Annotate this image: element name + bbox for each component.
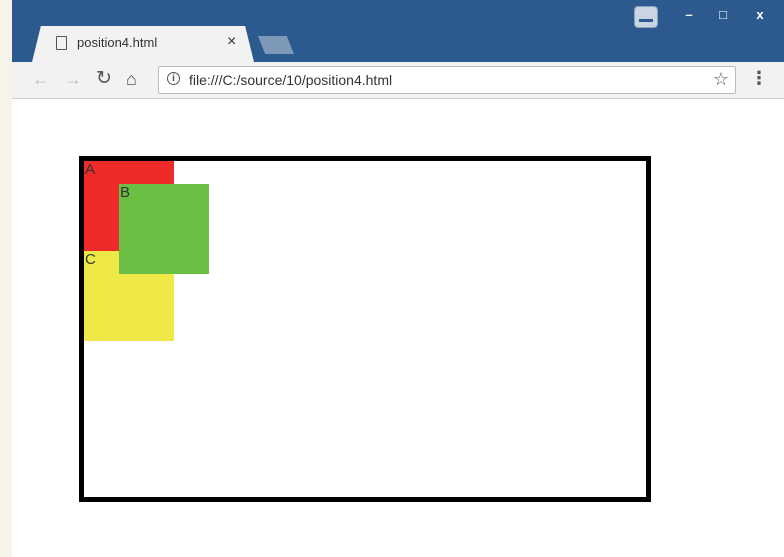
title-bar: – □ x position4.html × (12, 0, 784, 62)
maximize-button[interactable]: □ (706, 3, 740, 27)
box-b: B (119, 184, 209, 274)
url-text[interactable]: file:///C:/source/10/position4.html (189, 72, 392, 88)
minimize-button[interactable]: – (672, 3, 706, 27)
window-controls: – □ x (672, 3, 780, 27)
page-icon (56, 36, 67, 50)
browser-tab[interactable]: position4.html × (32, 26, 254, 62)
window-icon[interactable] (634, 6, 658, 28)
tab-title: position4.html (77, 35, 158, 50)
page-viewport: A C B (12, 99, 784, 557)
new-tab-button[interactable] (258, 36, 294, 54)
browser-toolbar: ← → ↻ ⌂ i file:///C:/source/10/position4… (12, 62, 784, 99)
box-c-label: C (85, 251, 96, 268)
box-a-label: A (85, 161, 96, 178)
info-icon[interactable]: i (167, 72, 180, 85)
home-icon[interactable]: ⌂ (126, 68, 137, 90)
address-bar[interactable]: i file:///C:/source/10/position4.html ☆ (158, 66, 736, 94)
close-window-button[interactable]: x (740, 3, 780, 27)
back-arrow-icon[interactable]: ← (32, 68, 50, 90)
container-box: A C B (79, 156, 651, 502)
box-b-label: B (120, 184, 131, 201)
forward-arrow-icon[interactable]: → (64, 68, 82, 90)
menu-icon[interactable]: ⋮ (750, 68, 768, 89)
tab-close-button[interactable]: × (227, 33, 236, 51)
browser-window: – □ x position4.html × ← → ↻ ⌂ i file://… (12, 0, 784, 557)
star-icon[interactable]: ☆ (713, 69, 729, 90)
reload-icon[interactable]: ↻ (96, 68, 112, 90)
